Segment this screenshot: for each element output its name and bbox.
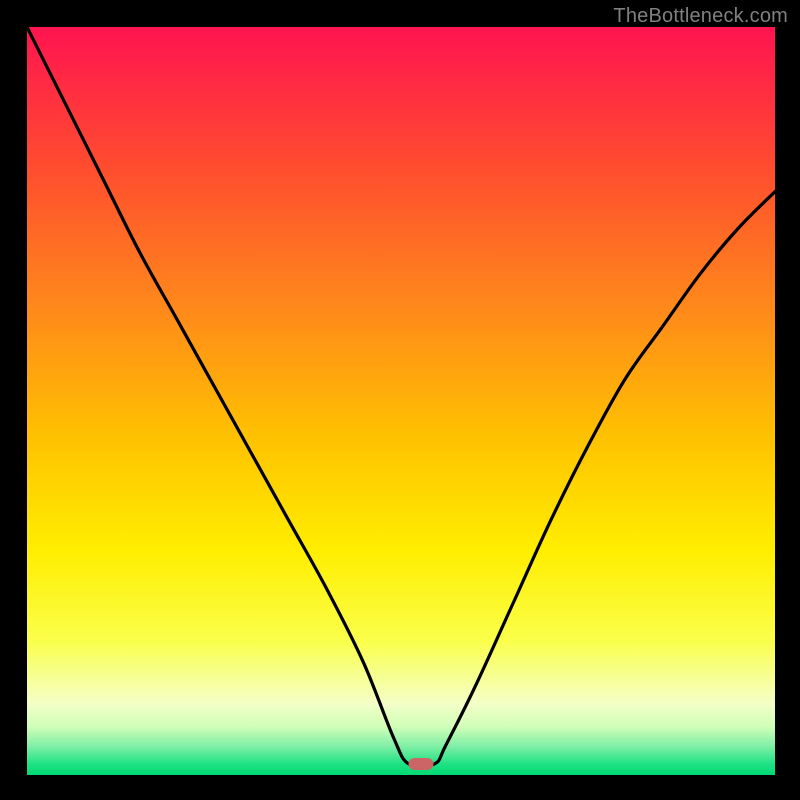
watermark-text: TheBottleneck.com: [613, 5, 788, 28]
plot-area: [27, 27, 775, 775]
background-gradient: [27, 27, 775, 775]
optimal-marker: [409, 758, 434, 770]
chart-frame: TheBottleneck.com: [0, 0, 800, 800]
